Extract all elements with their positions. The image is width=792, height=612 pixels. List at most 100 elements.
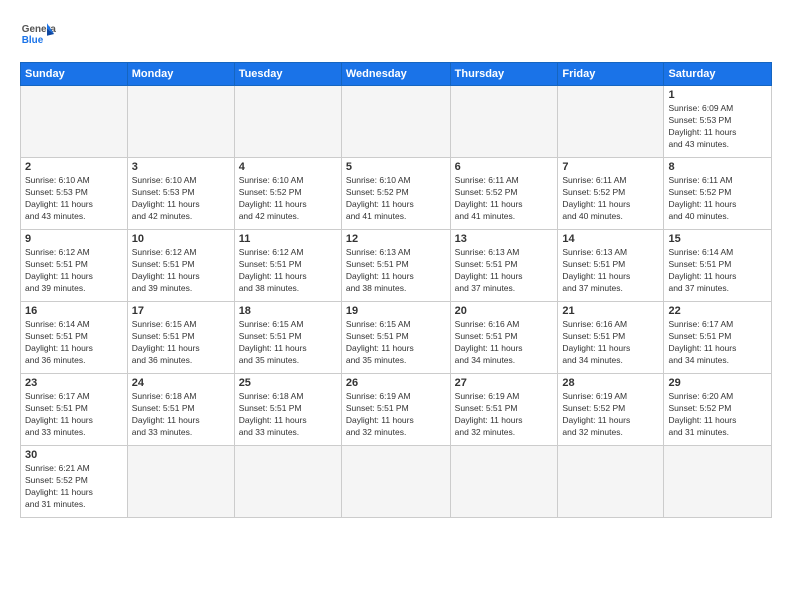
weekday-header-tuesday: Tuesday — [234, 63, 341, 86]
weekday-header-row: SundayMondayTuesdayWednesdayThursdayFrid… — [21, 63, 772, 86]
day-number: 5 — [346, 161, 446, 173]
calendar-cell — [341, 446, 450, 518]
logo: General Blue — [20, 16, 56, 52]
calendar-cell: 28 Sunrise: 6:19 AM Sunset: 5:52 PM Dayli… — [558, 374, 664, 446]
day-info: Sunrise: 6:12 AM Sunset: 5:51 PM Dayligh… — [132, 247, 230, 295]
day-number: 8 — [668, 161, 767, 173]
calendar-cell: 30 Sunrise: 6:21 AM Sunset: 5:52 PM Dayli… — [21, 446, 128, 518]
day-info: Sunrise: 6:15 AM Sunset: 5:51 PM Dayligh… — [239, 319, 337, 367]
day-number: 15 — [668, 233, 767, 245]
day-info: Sunrise: 6:10 AM Sunset: 5:52 PM Dayligh… — [346, 175, 446, 223]
day-number: 27 — [455, 377, 554, 389]
calendar-cell: 27 Sunrise: 6:19 AM Sunset: 5:51 PM Dayli… — [450, 374, 558, 446]
day-info: Sunrise: 6:19 AM Sunset: 5:51 PM Dayligh… — [455, 391, 554, 439]
day-number: 24 — [132, 377, 230, 389]
svg-text:Blue: Blue — [22, 35, 44, 46]
day-info: Sunrise: 6:15 AM Sunset: 5:51 PM Dayligh… — [132, 319, 230, 367]
day-number: 26 — [346, 377, 446, 389]
day-number: 25 — [239, 377, 337, 389]
day-info: Sunrise: 6:11 AM Sunset: 5:52 PM Dayligh… — [562, 175, 659, 223]
calendar-cell — [664, 446, 772, 518]
day-number: 21 — [562, 305, 659, 317]
day-number: 18 — [239, 305, 337, 317]
weekday-header-monday: Monday — [127, 63, 234, 86]
day-number: 3 — [132, 161, 230, 173]
day-number: 30 — [25, 449, 123, 461]
calendar-cell: 29 Sunrise: 6:20 AM Sunset: 5:52 PM Dayli… — [664, 374, 772, 446]
day-info: Sunrise: 6:17 AM Sunset: 5:51 PM Dayligh… — [668, 319, 767, 367]
header: General Blue — [20, 16, 772, 52]
weekday-header-saturday: Saturday — [664, 63, 772, 86]
calendar-cell — [341, 86, 450, 158]
day-info: Sunrise: 6:16 AM Sunset: 5:51 PM Dayligh… — [455, 319, 554, 367]
calendar-cell: 10Sunrise: 6:12 AM Sunset: 5:51 PM Dayli… — [127, 230, 234, 302]
calendar-cell — [127, 446, 234, 518]
day-info: Sunrise: 6:12 AM Sunset: 5:51 PM Dayligh… — [25, 247, 123, 295]
day-number: 16 — [25, 305, 123, 317]
calendar-cell — [450, 446, 558, 518]
day-number: 19 — [346, 305, 446, 317]
day-number: 28 — [562, 377, 659, 389]
day-number: 13 — [455, 233, 554, 245]
calendar-cell: 6 Sunrise: 6:11 AM Sunset: 5:52 PM Daylig… — [450, 158, 558, 230]
calendar-cell: 8 Sunrise: 6:11 AM Sunset: 5:52 PM Daylig… — [664, 158, 772, 230]
calendar-cell — [450, 86, 558, 158]
calendar-cell: 7Sunrise: 6:11 AM Sunset: 5:52 PM Daylig… — [558, 158, 664, 230]
day-info: Sunrise: 6:11 AM Sunset: 5:52 PM Dayligh… — [668, 175, 767, 223]
day-info: Sunrise: 6:12 AM Sunset: 5:51 PM Dayligh… — [239, 247, 337, 295]
calendar-week-row: 2Sunrise: 6:10 AM Sunset: 5:53 PM Daylig… — [21, 158, 772, 230]
day-number: 17 — [132, 305, 230, 317]
calendar-cell: 21Sunrise: 6:16 AM Sunset: 5:51 PM Dayli… — [558, 302, 664, 374]
day-info: Sunrise: 6:19 AM Sunset: 5:52 PM Dayligh… — [562, 391, 659, 439]
calendar-cell: 20 Sunrise: 6:16 AM Sunset: 5:51 PM Dayli… — [450, 302, 558, 374]
calendar-cell — [558, 446, 664, 518]
calendar-cell — [234, 86, 341, 158]
day-info: Sunrise: 6:10 AM Sunset: 5:53 PM Dayligh… — [25, 175, 123, 223]
calendar-week-row: 9 Sunrise: 6:12 AM Sunset: 5:51 PM Daylig… — [21, 230, 772, 302]
day-number: 20 — [455, 305, 554, 317]
day-number: 23 — [25, 377, 123, 389]
day-info: Sunrise: 6:13 AM Sunset: 5:51 PM Dayligh… — [346, 247, 446, 295]
day-info: Sunrise: 6:18 AM Sunset: 5:51 PM Dayligh… — [132, 391, 230, 439]
day-info: Sunrise: 6:14 AM Sunset: 5:51 PM Dayligh… — [668, 247, 767, 295]
calendar-cell: 5 Sunrise: 6:10 AM Sunset: 5:52 PM Daylig… — [341, 158, 450, 230]
day-info: Sunrise: 6:13 AM Sunset: 5:51 PM Dayligh… — [562, 247, 659, 295]
calendar-cell: 22 Sunrise: 6:17 AM Sunset: 5:51 PM Dayli… — [664, 302, 772, 374]
calendar-cell: 4 Sunrise: 6:10 AM Sunset: 5:52 PM Daylig… — [234, 158, 341, 230]
day-info: Sunrise: 6:20 AM Sunset: 5:52 PM Dayligh… — [668, 391, 767, 439]
calendar-cell: 3 Sunrise: 6:10 AM Sunset: 5:53 PM Daylig… — [127, 158, 234, 230]
calendar-cell: 14Sunrise: 6:13 AM Sunset: 5:51 PM Dayli… — [558, 230, 664, 302]
calendar-cell: 2Sunrise: 6:10 AM Sunset: 5:53 PM Daylig… — [21, 158, 128, 230]
day-number: 6 — [455, 161, 554, 173]
calendar-table: SundayMondayTuesdayWednesdayThursdayFrid… — [20, 62, 772, 518]
day-number: 9 — [25, 233, 123, 245]
day-info: Sunrise: 6:18 AM Sunset: 5:51 PM Dayligh… — [239, 391, 337, 439]
page: General Blue SundayMondayTuesdayWednesda… — [0, 0, 792, 612]
weekday-header-friday: Friday — [558, 63, 664, 86]
weekday-header-wednesday: Wednesday — [341, 63, 450, 86]
calendar-cell — [558, 86, 664, 158]
calendar-week-row: 30 Sunrise: 6:21 AM Sunset: 5:52 PM Dayli… — [21, 446, 772, 518]
day-number: 11 — [239, 233, 337, 245]
calendar-week-row: 23Sunrise: 6:17 AM Sunset: 5:51 PM Dayli… — [21, 374, 772, 446]
day-info: Sunrise: 6:10 AM Sunset: 5:53 PM Dayligh… — [132, 175, 230, 223]
calendar-cell: 25 Sunrise: 6:18 AM Sunset: 5:51 PM Dayli… — [234, 374, 341, 446]
day-info: Sunrise: 6:10 AM Sunset: 5:52 PM Dayligh… — [239, 175, 337, 223]
calendar-week-row: 1 Sunrise: 6:09 AM Sunset: 5:53 PM Daylig… — [21, 86, 772, 158]
day-info: Sunrise: 6:14 AM Sunset: 5:51 PM Dayligh… — [25, 319, 123, 367]
calendar-cell: 24 Sunrise: 6:18 AM Sunset: 5:51 PM Dayli… — [127, 374, 234, 446]
calendar-cell: 19Sunrise: 6:15 AM Sunset: 5:51 PM Dayli… — [341, 302, 450, 374]
day-info: Sunrise: 6:19 AM Sunset: 5:51 PM Dayligh… — [346, 391, 446, 439]
day-info: Sunrise: 6:09 AM Sunset: 5:53 PM Dayligh… — [668, 103, 767, 151]
day-info: Sunrise: 6:11 AM Sunset: 5:52 PM Dayligh… — [455, 175, 554, 223]
weekday-header-thursday: Thursday — [450, 63, 558, 86]
day-number: 1 — [668, 89, 767, 101]
calendar-cell: 17 Sunrise: 6:15 AM Sunset: 5:51 PM Dayli… — [127, 302, 234, 374]
day-number: 29 — [668, 377, 767, 389]
day-number: 4 — [239, 161, 337, 173]
day-info: Sunrise: 6:13 AM Sunset: 5:51 PM Dayligh… — [455, 247, 554, 295]
day-number: 22 — [668, 305, 767, 317]
calendar-cell: 15 Sunrise: 6:14 AM Sunset: 5:51 PM Dayli… — [664, 230, 772, 302]
day-info: Sunrise: 6:21 AM Sunset: 5:52 PM Dayligh… — [25, 463, 123, 511]
day-number: 12 — [346, 233, 446, 245]
